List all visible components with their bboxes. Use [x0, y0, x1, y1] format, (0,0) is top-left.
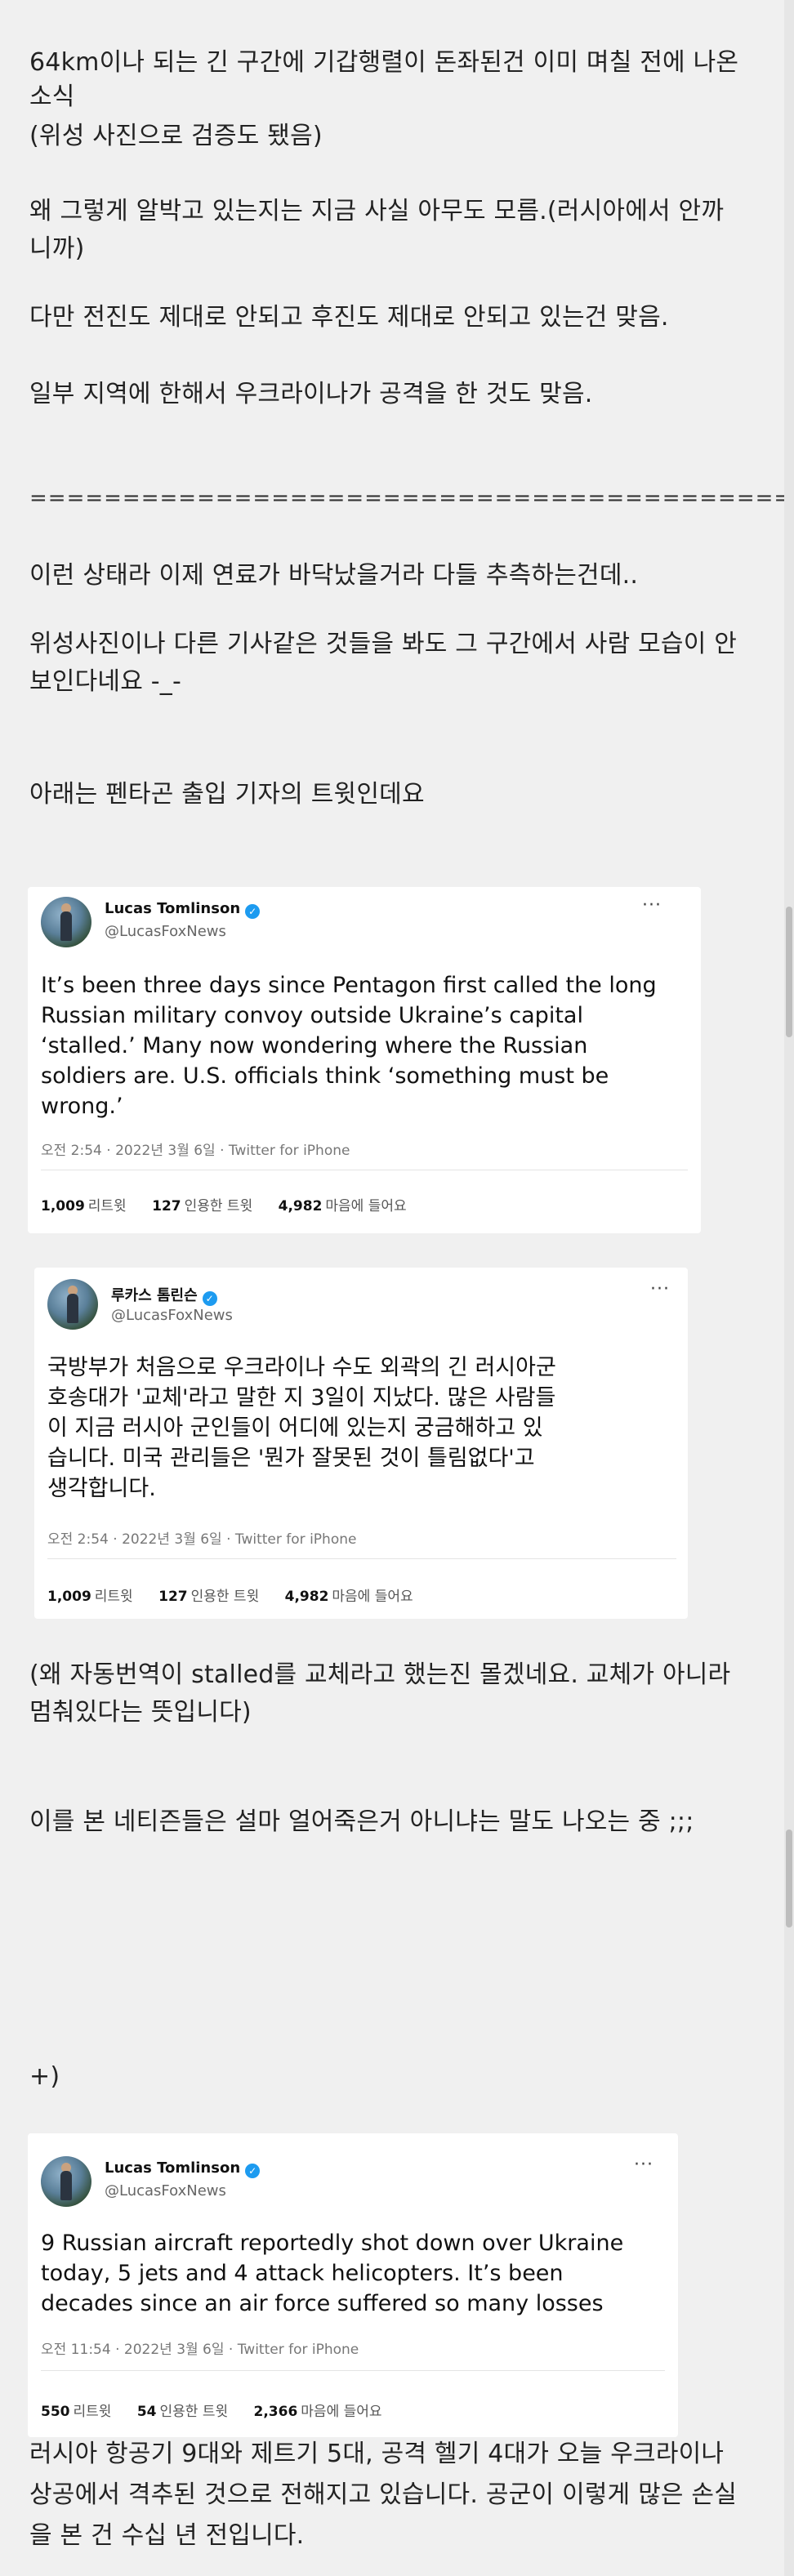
tweet-stats: 1,009 리트윗 127 인용한 트윗 4,982 마음에 들어요: [47, 1584, 413, 1605]
more-options-icon[interactable]: ···: [634, 2155, 653, 2175]
tweet-timestamp[interactable]: 오전 11:54 · 2022년 3월 6일 · Twitter for iPh…: [41, 2338, 359, 2358]
avatar[interactable]: [41, 2156, 91, 2207]
post-paragraph: 일부 지역에 한해서 우크라이나가 공격을 한 것도 맞음.: [29, 380, 593, 408]
post-paragraph: 아래는 펜타곤 출입 기자의 트윗인데요: [29, 780, 425, 809]
post-paragraph: 보인다네요 -_-: [29, 667, 181, 696]
post-body: 64km이나 되는 긴 구간에 기갑행렬이 돈좌된건 이미 며칠 전에 나온 소…: [0, 0, 794, 2576]
post-paragraph: 다만 전진도 제대로 안되고 후진도 제대로 안되고 있는건 맞음.: [29, 303, 669, 332]
tweet-embed[interactable]: Lucas Tomlinson ✓ @LucasFoxNews ··· 9 Rus…: [28, 2133, 678, 2437]
tweet-stats: 1,009 리트윗 127 인용한 트윗 4,982 마음에 들어요: [41, 1194, 407, 1214]
retweet-count[interactable]: 1,009 리트윗: [47, 1589, 133, 1605]
tweet-text-line: 생각합니다.: [47, 1476, 156, 1501]
scrollbar-thumb[interactable]: [786, 907, 792, 1037]
retweet-count[interactable]: 1,009 리트윗: [41, 1198, 127, 1214]
post-paragraph: 멈춰있다는 뜻입니다): [29, 1698, 252, 1727]
divider: [47, 1558, 676, 1559]
tweet-timestamp[interactable]: 오전 2:54 · 2022년 3월 6일 · Twitter for iPho…: [47, 1527, 356, 1548]
tweet-author-handle[interactable]: @LucasFoxNews: [105, 923, 226, 940]
like-count[interactable]: 4,982 마음에 들어요: [279, 1198, 407, 1214]
post-paragraph: 상공에서 격추된 것으로 전해지고 있습니다. 공군이 이렇게 많은 손실: [29, 2480, 738, 2509]
post-paragraph: 소식: [29, 82, 75, 111]
avatar[interactable]: [41, 897, 91, 947]
tweet-author-name[interactable]: Lucas Tomlinson ✓: [105, 2159, 261, 2178]
tweet-text-line: ‘stalled.’ Many now wondering where the …: [41, 1033, 588, 1058]
tweet-text-line: today, 5 jets and 4 attack helicopters. …: [41, 2261, 564, 2286]
avatar[interactable]: [47, 1279, 98, 1330]
like-count[interactable]: 4,982 마음에 들어요: [285, 1589, 413, 1605]
post-paragraph: 이를 본 네티즌들은 설마 얼어죽은거 아니냐는 말도 나오는 중 ;;;: [29, 1807, 694, 1836]
quote-count[interactable]: 54 인용한 트윗: [137, 2404, 228, 2420]
divider: [41, 2370, 665, 2371]
tweet-text-line: 9 Russian aircraft reportedly shot down …: [41, 2231, 624, 2256]
post-paragraph: +): [29, 2062, 60, 2091]
tweet-text-line: 국방부가 처음으로 우크라이나 수도 외곽의 긴 러시아군: [47, 1355, 556, 1380]
tweet-timestamp[interactable]: 오전 2:54 · 2022년 3월 6일 · Twitter for iPho…: [41, 1139, 350, 1159]
tweet-author-handle[interactable]: @LucasFoxNews: [111, 1307, 233, 1324]
post-paragraph: 위성사진이나 다른 기사같은 것들을 봐도 그 구간에서 사람 모습이 안: [29, 630, 738, 658]
verified-badge-icon: ✓: [202, 1291, 217, 1306]
post-paragraph: (왜 자동번역이 stalled를 교체라고 했는진 몰겠네요. 교체가 아니라: [29, 1660, 731, 1689]
tweet-author-name[interactable]: 루카스 톰린슨 ✓: [111, 1284, 217, 1306]
tweet-text-line: 호송대가 '교체'라고 말한 지 3일이 지났다. 많은 사람들: [47, 1385, 556, 1411]
retweet-count[interactable]: 550 리트윗: [41, 2404, 111, 2420]
scrollbar-thumb[interactable]: [786, 1829, 792, 1928]
tweet-text-line: 이 지금 러시아 군인들이 어디에 있는지 궁금해하고 있: [47, 1415, 543, 1441]
more-options-icon[interactable]: ···: [650, 1279, 670, 1299]
post-paragraph: (위성 사진으로 검증도 됐음): [29, 122, 323, 150]
tweet-author-handle[interactable]: @LucasFoxNews: [105, 2182, 226, 2199]
scrollbar[interactable]: [784, 0, 794, 2576]
tweet-text-line: wrong.’: [41, 1094, 123, 1119]
post-paragraph: 을 본 건 수십 년 전입니다.: [29, 2521, 305, 2550]
like-count[interactable]: 2,366 마음에 들어요: [254, 2404, 382, 2420]
tweet-embed[interactable]: Lucas Tomlinson ✓ @LucasFoxNews ··· It’s …: [28, 887, 701, 1233]
verified-badge-icon: ✓: [245, 2164, 261, 2178]
verified-badge-icon: ✓: [245, 904, 261, 919]
tweet-text-line: 습니다. 미국 관리들은 '뭔가 잘못된 것이 틀림없다'고: [47, 1446, 535, 1471]
tweet-embed-translated[interactable]: 루카스 톰린슨 ✓ @LucasFoxNews ··· 국방부가 처음으로 우크라…: [34, 1268, 688, 1619]
tweet-author-name[interactable]: Lucas Tomlinson ✓: [105, 900, 261, 919]
separator-line: ========================================…: [29, 486, 793, 510]
quote-count[interactable]: 127 인용한 트윗: [158, 1589, 259, 1605]
post-paragraph: 왜 그렇게 알박고 있는지는 지금 사실 아무도 모름.(러시아에서 안까: [29, 197, 725, 225]
post-paragraph: 러시아 항공기 9대와 제트기 5대, 공격 헬기 4대가 오늘 우크라이나: [29, 2440, 725, 2468]
tweet-text-line: decades since an air force suffered so m…: [41, 2291, 604, 2316]
tweet-text-line: Russian military convoy outside Ukraine’…: [41, 1003, 583, 1028]
post-paragraph: 이런 상태라 이제 연료가 바닥났을거라 다들 추측하는건데..: [29, 561, 639, 590]
post-paragraph: 64km이나 되는 긴 구간에 기갑행렬이 돈좌된건 이미 며칠 전에 나온: [29, 48, 739, 77]
more-options-icon[interactable]: ···: [642, 895, 662, 916]
quote-count[interactable]: 127 인용한 트윗: [152, 1198, 252, 1214]
post-paragraph: 니까): [29, 234, 85, 263]
tweet-text-line: soldiers are. U.S. officials think ‘some…: [41, 1063, 609, 1089]
tweet-text-line: It’s been three days since Pentagon firs…: [41, 973, 657, 998]
tweet-stats: 550 리트윗 54 인용한 트윗 2,366 마음에 들어요: [41, 2400, 382, 2420]
